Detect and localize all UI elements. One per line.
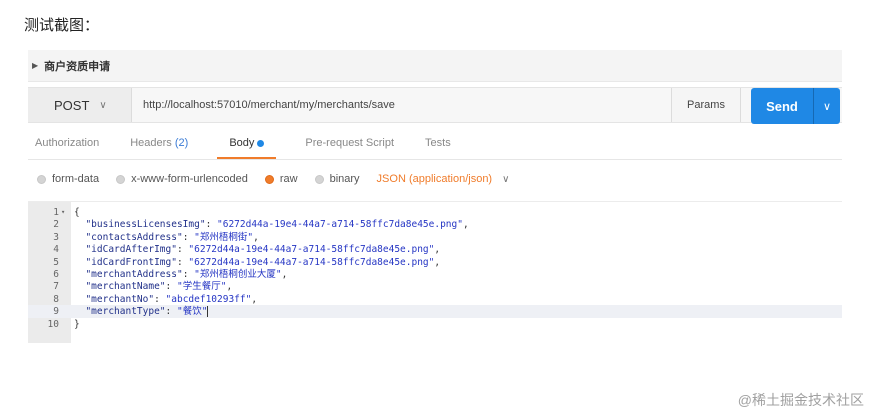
json-key: "merchantName" <box>85 281 166 293</box>
code-line[interactable]: 7 "merchantName": "学生餐厅", <box>28 280 842 293</box>
line-number: 10 <box>47 318 59 330</box>
json-value: "6272d44a-19e4-44a7-a714-58ffc7da8e45e.p… <box>217 219 463 231</box>
code-text: "idCardAfterImg": "6272d44a-19e4-44a7-a7… <box>85 244 441 256</box>
postman-request-panel: ▶ 商户资质申请 POST ∨ http://localhost:57010/m… <box>28 50 842 343</box>
json-value: "6272d44a-19e4-44a7-a714-58ffc7da8e45e.p… <box>188 256 435 268</box>
radio-icon[interactable] <box>116 174 126 184</box>
method-label: POST <box>54 97 90 113</box>
fold-arrow-icon[interactable]: ▾ <box>61 206 65 219</box>
params-button[interactable]: Params <box>671 88 741 122</box>
send-dropdown-icon[interactable]: ∨ <box>814 100 840 113</box>
request-title-bar[interactable]: ▶ 商户资质申请 <box>28 50 842 82</box>
code-line[interactable]: 4 "idCardAfterImg": "6272d44a-19e4-44a7-… <box>28 243 842 256</box>
tab-body[interactable]: Body <box>217 129 277 159</box>
option-binary[interactable]: binary <box>314 173 360 185</box>
send-button[interactable]: Send ∨ <box>751 88 840 124</box>
line-number: 8 <box>53 293 59 305</box>
line-number: 2 <box>53 219 59 231</box>
json-value: "abcdef10293ff" <box>165 293 252 305</box>
code-line[interactable]: 9 "merchantType": "餐饮" <box>28 305 842 319</box>
code-text: "idCardFrontImg": "6272d44a-19e4-44a7-a7… <box>85 256 441 268</box>
modified-dot-icon <box>257 139 265 147</box>
json-value: "餐饮" <box>176 306 208 318</box>
code-text: "merchantName": "学生餐厅", <box>85 281 233 293</box>
json-value: "6272d44a-19e4-44a7-a714-58ffc7da8e45e.p… <box>188 244 435 256</box>
radio-icon[interactable] <box>37 174 46 184</box>
watermark: @稀土掘金技术社区 <box>737 392 864 408</box>
code-text: "businessLicensesImg": "6272d44a-19e4-44… <box>85 219 469 231</box>
tab-pre-request-script[interactable]: Pre-request Script <box>303 129 396 159</box>
code-text: "merchantType": "餐饮" <box>85 306 209 318</box>
code-line[interactable]: 8 "merchantNo": "abcdef10293ff", <box>28 293 842 306</box>
json-value: "郑州梧桐创业大厦" <box>194 269 282 280</box>
line-number: 5 <box>53 256 59 268</box>
code-line[interactable]: 10} <box>28 318 842 331</box>
json-key: "idCardFrontImg" <box>85 256 177 268</box>
json-key: "merchantType" <box>85 306 166 318</box>
code-line[interactable]: 2 "businessLicensesImg": "6272d44a-19e4-… <box>28 218 842 231</box>
tab-headers[interactable]: Headers (2) <box>128 129 190 159</box>
line-number: 4 <box>53 244 59 256</box>
code-editor[interactable]: 1 ▾ {2 "businessLicensesImg": "6272d44a-19… <box>28 201 842 343</box>
url-input[interactable]: http://localhost:57010/merchant/my/merch… <box>143 88 395 122</box>
option-urlencoded[interactable]: x-www-form-urlencoded <box>116 173 248 185</box>
tab-tests[interactable]: Tests <box>423 129 453 159</box>
line-number: 6 <box>53 269 59 280</box>
content-type-select[interactable]: JSON (application/json) ∨ <box>377 173 510 185</box>
json-key: "merchantNo" <box>85 293 155 305</box>
headers-count: (2) <box>174 137 189 149</box>
tab-authorization[interactable]: Authorization <box>33 129 101 159</box>
request-title: 商户资质申请 <box>44 60 111 73</box>
chevron-down-icon: ∨ <box>99 99 107 111</box>
request-tabs: Authorization Headers (2) Body Pre-reque… <box>28 130 842 160</box>
code-line[interactable]: 1 ▾ { <box>28 206 842 219</box>
code-line[interactable]: 3 "contactsAddress": "郑州梧桐街", <box>28 231 842 244</box>
code-line[interactable]: 5 "idCardFrontImg": "6272d44a-19e4-44a7-… <box>28 256 842 269</box>
line-number: 7 <box>53 281 59 293</box>
line-number: 9 <box>53 306 59 318</box>
code-text: "merchantNo": "abcdef10293ff", <box>85 293 258 305</box>
code-text: "contactsAddress": "郑州梧桐街", <box>85 231 259 243</box>
json-value: "郑州梧桐街" <box>194 231 254 243</box>
json-key: "merchantAddress" <box>85 269 183 280</box>
page-caption: 测试截图： <box>24 17 100 34</box>
line-number: 1 <box>53 207 59 218</box>
url-bar: POST ∨ http://localhost:57010/merchant/m… <box>28 87 842 124</box>
json-key: "idCardAfterImg" <box>85 244 177 256</box>
json-value: "学生餐厅" <box>176 281 227 293</box>
radio-selected-icon[interactable] <box>264 174 274 184</box>
code-text: "merchantAddress": "郑州梧桐创业大厦", <box>85 269 288 280</box>
json-key: "contactsAddress" <box>85 231 183 243</box>
method-select[interactable]: POST ∨ <box>28 88 132 122</box>
radio-icon[interactable] <box>314 174 324 184</box>
option-raw[interactable]: raw <box>264 173 298 185</box>
code-text: } <box>74 318 80 330</box>
code-text: { <box>74 207 80 218</box>
expand-triangle-icon[interactable]: ▶ <box>32 61 38 70</box>
chevron-down-icon: ∨ <box>502 173 510 185</box>
code-line[interactable]: 6 "merchantAddress": "郑州梧桐创业大厦", <box>28 268 842 281</box>
text-cursor <box>207 306 209 318</box>
option-form-data[interactable]: form-data <box>37 173 99 185</box>
json-key: "businessLicensesImg" <box>85 219 206 231</box>
send-label: Send <box>766 98 798 114</box>
line-number: 3 <box>53 231 59 243</box>
body-type-options: form-data x-www-form-urlencoded raw bina… <box>28 168 842 190</box>
